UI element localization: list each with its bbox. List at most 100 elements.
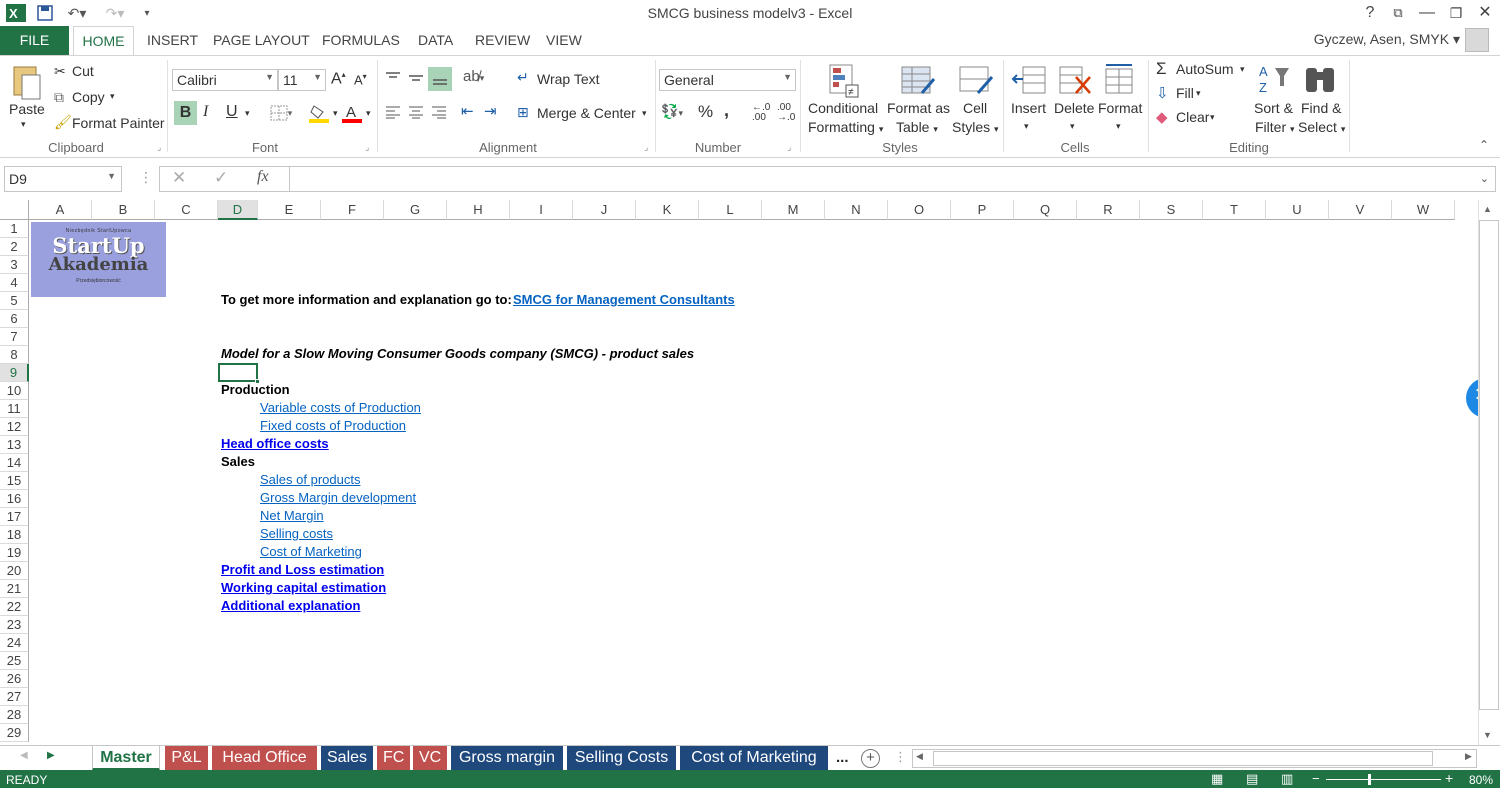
borders-icon[interactable]: ▾ <box>266 103 296 123</box>
expand-formula-icon[interactable]: ⌄ <box>1480 172 1489 185</box>
column-header[interactable]: Q <box>1014 200 1077 220</box>
sheet-tab-cost-marketing[interactable]: Cost of Marketing <box>680 746 828 771</box>
scroll-up-icon[interactable]: ▲ <box>1483 204 1492 214</box>
column-header[interactable]: H <box>447 200 510 220</box>
column-header[interactable]: T <box>1203 200 1266 220</box>
bold-button[interactable]: B <box>174 101 197 125</box>
align-left-icon[interactable] <box>383 102 403 122</box>
scroll-thumb[interactable] <box>1479 220 1499 710</box>
shrink-font-icon[interactable]: A▾ <box>354 72 367 87</box>
format-painter-button[interactable]: Format Painter <box>72 115 165 131</box>
row-header[interactable]: 12 <box>0 418 29 436</box>
align-center-icon[interactable] <box>406 102 426 122</box>
row-header[interactable]: 6 <box>0 310 29 328</box>
number-format-select[interactable]: General ▼ <box>659 69 796 91</box>
row-header[interactable]: 28 <box>0 706 29 724</box>
link-additional[interactable]: Additional explanation <box>221 597 360 615</box>
scroll-right-icon[interactable]: ▶ <box>1465 751 1472 762</box>
selected-cell[interactable] <box>218 363 258 382</box>
row-header[interactable]: 5 <box>0 292 29 310</box>
minimize-icon[interactable]: — <box>1414 2 1440 24</box>
comma-button[interactable]: , <box>724 100 729 121</box>
column-header[interactable]: V <box>1329 200 1392 220</box>
zoom-slider-track[interactable] <box>1326 779 1441 780</box>
underline-dropdown-icon[interactable]: ▾ <box>245 108 250 119</box>
hscroll-thumb[interactable] <box>933 751 1433 766</box>
row-header[interactable]: 24 <box>0 634 29 652</box>
clear-dropdown-icon[interactable]: ▾ <box>1210 112 1215 123</box>
paste-dropdown-icon[interactable]: ▾ <box>21 119 26 130</box>
column-header[interactable]: N <box>825 200 888 220</box>
paste-icon[interactable] <box>8 62 44 102</box>
font-color-icon[interactable]: A <box>340 101 364 125</box>
normal-view-icon[interactable]: ▦ <box>1211 771 1223 787</box>
row-header[interactable]: 19 <box>0 544 29 562</box>
user-account[interactable]: Gyczew, Asen, SMYK ▾ <box>1314 31 1460 48</box>
column-header[interactable]: O <box>888 200 951 220</box>
row-header[interactable]: 20 <box>0 562 29 580</box>
scroll-tabs-left-icon[interactable]: ◀ <box>20 750 28 761</box>
row-header[interactable]: 10 <box>0 382 29 400</box>
fill-button[interactable]: Fill <box>1176 85 1194 101</box>
insert-function-button[interactable]: fx <box>257 168 269 186</box>
fill-dropdown-icon[interactable]: ▾ <box>1196 88 1201 99</box>
tab-view[interactable]: VIEW <box>546 26 582 55</box>
currency-icon[interactable]: 💱▾ <box>661 103 683 120</box>
font-name-select[interactable]: Calibri ▼ <box>172 69 278 91</box>
link-head-office[interactable]: Head office costs <box>221 435 329 453</box>
row-header[interactable]: 3 <box>0 256 29 274</box>
column-header[interactable]: P <box>951 200 1014 220</box>
link-working-capital[interactable]: Working capital estimation <box>221 579 386 597</box>
italic-button[interactable]: I <box>203 103 208 121</box>
font-size-select[interactable]: 11 ▼ <box>278 69 326 91</box>
select-all-corner[interactable] <box>0 200 29 220</box>
merge-dropdown-icon[interactable]: ▾ <box>642 108 647 119</box>
horizontal-scrollbar[interactable]: ◀ ▶ <box>912 749 1477 768</box>
tab-insert[interactable]: INSERT <box>147 26 198 55</box>
close-icon[interactable]: ✕ <box>1472 2 1498 24</box>
link-profit-loss[interactable]: Profit and Loss estimation <box>221 561 384 579</box>
tab-data[interactable]: DATA <box>418 26 453 55</box>
row-header[interactable]: 27 <box>0 688 29 706</box>
tab-home[interactable]: HOME <box>73 26 134 56</box>
sheet-tab-fc[interactable]: FC <box>377 746 410 771</box>
tab-formulas[interactable]: FORMULAS <box>322 26 400 55</box>
column-header[interactable]: D <box>218 200 258 220</box>
tab-split-handle-icon[interactable]: ⋮ <box>894 749 907 765</box>
decrease-indent-icon[interactable]: ⇤ <box>461 102 474 120</box>
increase-decimal-icon[interactable]: ←.0.00 <box>752 103 770 123</box>
sort-filter-button-line2[interactable]: Filter ▾ <box>1255 119 1295 135</box>
page-break-view-icon[interactable]: ▥ <box>1281 771 1293 787</box>
align-right-icon[interactable] <box>429 102 449 122</box>
zoom-out-icon[interactable]: − <box>1312 771 1320 786</box>
collapse-ribbon-icon[interactable]: ⌃ <box>1479 138 1489 152</box>
sheet-tab-head-office[interactable]: Head Office <box>212 746 317 771</box>
copy-dropdown-icon[interactable]: ▾ <box>110 91 115 102</box>
format-as-table-button[interactable]: Format as <box>887 100 950 116</box>
sheet-tab-master[interactable]: Master <box>92 746 160 771</box>
zoom-slider-thumb[interactable] <box>1368 774 1371 785</box>
info-link[interactable]: SMCG for Management Consultants <box>513 291 735 309</box>
row-header[interactable]: 9 <box>0 364 29 382</box>
percent-button[interactable]: % <box>698 102 713 122</box>
row-header[interactable]: 17 <box>0 508 29 526</box>
formula-input[interactable]: ⌄ <box>289 166 1496 192</box>
column-header[interactable]: M <box>762 200 825 220</box>
row-header[interactable]: 15 <box>0 472 29 490</box>
font-color-dropdown-icon[interactable]: ▾ <box>366 108 371 119</box>
column-header[interactable]: W <box>1392 200 1455 220</box>
name-box[interactable]: D9 ▼ <box>4 166 122 192</box>
add-sheet-icon[interactable]: + <box>861 749 880 768</box>
row-header[interactable]: 13 <box>0 436 29 454</box>
middle-align-icon[interactable] <box>406 68 426 88</box>
row-header[interactable]: 23 <box>0 616 29 634</box>
formula-bar-handle-icon[interactable]: ⋮ <box>139 169 153 186</box>
decrease-decimal-icon[interactable]: .00 →.0 <box>777 103 795 123</box>
fill-color-dropdown-icon[interactable]: ▾ <box>333 108 338 119</box>
row-header[interactable]: 11 <box>0 400 29 418</box>
link-net-margin[interactable]: Net Margin <box>260 507 324 525</box>
more-sheets-button[interactable]: ... <box>836 749 849 766</box>
column-header[interactable]: G <box>384 200 447 220</box>
vertical-scrollbar[interactable]: ▲ ▼ <box>1478 200 1500 745</box>
cancel-icon[interactable]: ✕ <box>172 168 186 188</box>
